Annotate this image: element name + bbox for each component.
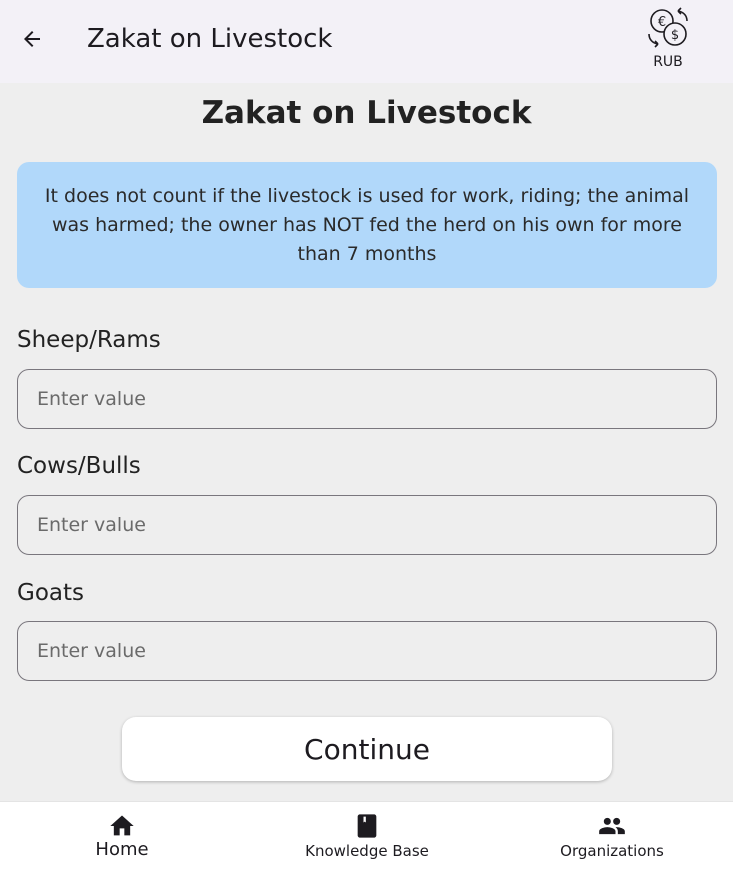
nav-item-organizations[interactable]: Organizations	[490, 802, 733, 873]
nav-label-home: Home	[95, 839, 149, 860]
app-bar: Zakat on Livestock € $ RUB	[0, 0, 733, 83]
svg-text:€: €	[658, 15, 666, 30]
continue-button[interactable]: Continue	[122, 717, 612, 781]
nav-item-knowledge-base[interactable]: Knowledge Base	[245, 802, 489, 873]
info-banner-text: It does not count if the livestock is us…	[44, 184, 690, 265]
arrow-back-icon	[24, 31, 40, 47]
bottom-navigation: Home Knowledge Base Organizations	[0, 801, 733, 873]
nav-label-knowledge-base: Knowledge Base	[305, 842, 429, 860]
nav-label-organizations: Organizations	[560, 842, 664, 860]
currency-button[interactable]: € $ RUB	[640, 6, 696, 82]
sheep-rams-input[interactable]	[17, 369, 717, 429]
people-icon	[599, 817, 625, 835]
cows-bulls-input[interactable]	[17, 495, 717, 555]
home-icon	[110, 815, 134, 836]
page-title: Zakat on Livestock	[201, 95, 532, 131]
goats-input[interactable]	[17, 621, 717, 681]
sheep-rams-label: Sheep/Rams	[17, 327, 161, 353]
currency-exchange-icon: € $	[648, 7, 688, 48]
svg-text:$: $	[671, 28, 679, 43]
currency-label: RUB	[653, 54, 683, 70]
nav-item-home[interactable]: Home	[0, 802, 244, 873]
app-root: Zakat on Livestock € $ RUB Zakat on Live…	[0, 0, 733, 873]
info-banner: It does not count if the livestock is us…	[17, 162, 717, 288]
cows-bulls-label: Cows/Bulls	[17, 453, 141, 479]
app-bar-title: Zakat on Livestock	[87, 24, 333, 54]
back-button[interactable]	[14, 21, 50, 57]
book-icon	[357, 814, 377, 838]
goats-label: Goats	[17, 580, 84, 606]
